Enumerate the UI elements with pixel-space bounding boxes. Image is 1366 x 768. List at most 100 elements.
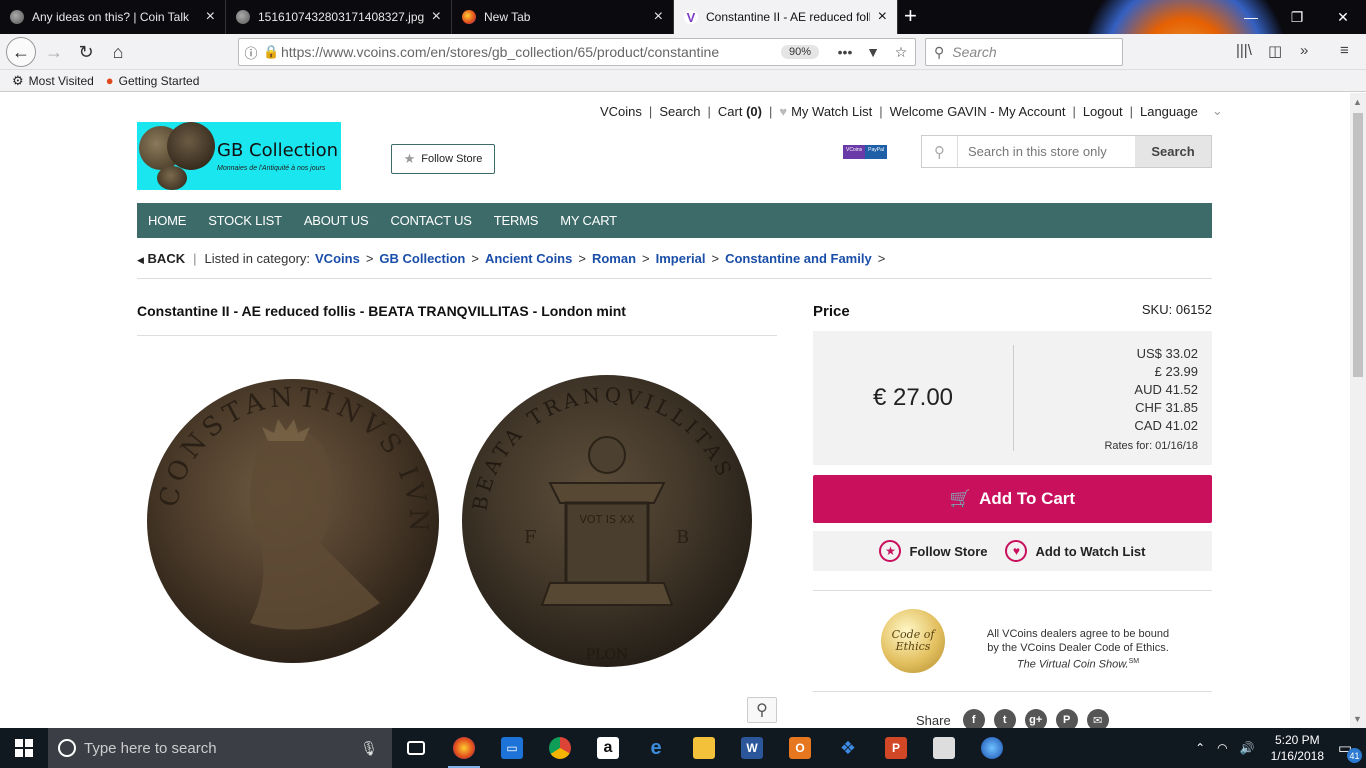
scroll-down-arrow-icon[interactable]: ▼ <box>1353 714 1362 724</box>
edge-taskbar-icon[interactable]: e <box>632 728 680 768</box>
page-scrollbar[interactable]: ▲ ▼ <box>1350 93 1366 728</box>
tab-jpeg-image[interactable]: 1516107432803171408327.jpg (JPEG Image, … <box>226 0 452 34</box>
email-icon[interactable]: ✉ <box>1086 709 1109 728</box>
bookmark-star-icon[interactable]: ☆ <box>887 44 915 61</box>
facebook-icon[interactable]: f <box>962 709 985 728</box>
nav-about-us[interactable]: ABOUT US <box>293 213 380 228</box>
crumb-imperial[interactable]: Imperial <box>656 251 706 266</box>
file-explorer-taskbar-icon[interactable] <box>680 728 728 768</box>
watchlist-link[interactable]: My Watch List <box>791 104 872 119</box>
wifi-icon[interactable]: ◠ <box>1217 741 1227 755</box>
new-tab-button[interactable]: + <box>904 5 917 27</box>
code-of-ethics-seal[interactable]: Code of Ethics <box>881 609 945 673</box>
windows-taskbar: Type here to search 🎙 ▭ a e W O ❖ P ⌃ ◠ … <box>0 728 1366 768</box>
logout-link[interactable]: Logout <box>1083 104 1123 119</box>
price-divider <box>1013 345 1014 451</box>
overflow-chevron-icon[interactable]: » <box>1300 42 1308 59</box>
product-coin-image[interactable]: CONSTANTINVS IVN N C VOT IS XX F B BEATA… <box>140 363 768 683</box>
nav-terms[interactable]: TERMS <box>483 213 550 228</box>
browser-search-field[interactable]: ⚲ Search <box>925 38 1123 66</box>
back-arrow-icon[interactable]: ← <box>6 37 36 67</box>
tab-new-tab[interactable]: New Tab × <box>452 0 674 34</box>
window-close-icon[interactable]: ✕ <box>1320 0 1366 34</box>
site-info-icon[interactable]: ⓘ <box>239 43 263 62</box>
volume-icon[interactable]: 🔊 <box>1240 741 1255 755</box>
close-tab-icon[interactable]: × <box>878 9 887 25</box>
taskbar-search[interactable]: Type here to search 🎙 <box>48 728 392 768</box>
url-bar[interactable]: ⓘ 🔒 https://www.vcoins.com/en/stores/gb_… <box>238 38 916 66</box>
forward-arrow-icon[interactable]: → <box>40 39 68 65</box>
sidebar-icon[interactable]: ◫ <box>1268 42 1282 60</box>
tab-coin-talk[interactable]: Any ideas on this? | Coin Talk × <box>0 0 226 34</box>
task-view-icon[interactable] <box>392 728 440 768</box>
chevron-up-icon[interactable]: ⌃ <box>1195 741 1205 755</box>
nav-stock-list[interactable]: STOCK LIST <box>197 213 293 228</box>
follow-store-action[interactable]: ★ Follow Store <box>879 540 987 562</box>
library-icon[interactable]: |||\ <box>1236 42 1252 59</box>
scroll-up-arrow-icon[interactable]: ▲ <box>1353 97 1362 107</box>
restore-icon[interactable]: ❐ <box>1274 0 1320 34</box>
zoom-indicator[interactable]: 90% <box>780 45 819 59</box>
follow-store-button[interactable]: ★ Follow Store <box>391 144 495 174</box>
caret-left-icon: ◀ <box>137 255 144 265</box>
firefox-taskbar-icon[interactable] <box>440 728 488 768</box>
chrome-taskbar-icon[interactable] <box>536 728 584 768</box>
word-taskbar-icon[interactable]: W <box>728 728 776 768</box>
google-plus-icon[interactable]: g+ <box>1024 709 1047 728</box>
service-mark: SM <box>1128 658 1140 665</box>
system-tray: ⌃ ◠ 🔊 5:20 PM 1/16/2018 ▭ 41 <box>1189 728 1366 768</box>
back-link[interactable]: ◀ BACK <box>137 251 185 266</box>
url-text[interactable]: https://www.vcoins.com/en/stores/gb_coll… <box>281 44 781 60</box>
app-globe-taskbar-icon[interactable] <box>968 728 1016 768</box>
my-account-link[interactable]: Welcome GAVIN - My Account <box>890 104 1066 119</box>
vcoins-link[interactable]: VCoins <box>600 104 642 119</box>
share-bar: Share f t g+ P ✉ <box>916 709 1109 728</box>
powerpoint-taskbar-icon[interactable]: P <box>872 728 920 768</box>
nav-my-cart[interactable]: MY CART <box>549 213 628 228</box>
store-search-button[interactable]: Search <box>1135 136 1211 167</box>
outlook-taskbar-icon[interactable]: O <box>776 728 824 768</box>
crumb-ancient-coins[interactable]: Ancient Coins <box>485 251 572 266</box>
language-selector[interactable]: Language <box>1140 104 1198 119</box>
add-to-cart-button[interactable]: 🛒 Add To Cart <box>813 475 1212 523</box>
tab-vcoins-active[interactable]: V Constantine II - AE reduced follis × <box>674 0 898 34</box>
bookmark-getting-started[interactable]: ● Getting Started <box>106 73 200 88</box>
nav-home[interactable]: HOME <box>137 213 197 228</box>
cart-link[interactable]: Cart (0) <box>718 104 762 119</box>
dropbox-taskbar-icon[interactable]: ❖ <box>824 728 872 768</box>
rate-usd: US$ 33.02 <box>1136 346 1198 361</box>
zoom-magnifier-icon[interactable]: ⚲ <box>747 697 777 723</box>
amazon-taskbar-icon[interactable]: a <box>584 728 632 768</box>
store-search-input[interactable]: Search in this store only <box>958 136 1135 167</box>
cortana-icon <box>58 739 76 757</box>
crumb-gb-collection[interactable]: GB Collection <box>379 251 465 266</box>
crumb-roman[interactable]: Roman <box>592 251 636 266</box>
add-to-watch-list-action[interactable]: ♥ Add to Watch List <box>1005 540 1146 562</box>
taskbar-clock[interactable]: 5:20 PM 1/16/2018 <box>1271 732 1324 764</box>
windows-start-icon[interactable] <box>0 728 48 768</box>
hamburger-menu-icon[interactable]: ≡ <box>1340 42 1349 59</box>
close-tab-icon[interactable]: × <box>432 9 441 25</box>
action-center-icon[interactable]: ▭ 41 <box>1334 737 1362 763</box>
reload-icon[interactable]: ↻ <box>72 39 100 65</box>
clock-time: 5:20 PM <box>1274 733 1320 747</box>
twitter-icon[interactable]: t <box>993 709 1016 728</box>
pocket-icon[interactable]: ▼ <box>859 44 887 60</box>
store-logo[interactable]: GB Collection Monnaies de l'Antiquité à … <box>137 122 341 190</box>
crumb-constantine-family[interactable]: Constantine and Family <box>725 251 872 266</box>
app-window-taskbar-icon[interactable] <box>920 728 968 768</box>
close-tab-icon[interactable]: × <box>206 9 215 25</box>
crumb-vcoins[interactable]: VCoins <box>315 251 360 266</box>
pinterest-icon[interactable]: P <box>1055 709 1078 728</box>
page-actions-icon[interactable]: ••• <box>831 44 859 60</box>
home-icon[interactable]: ⌂ <box>104 39 132 65</box>
chevron-down-icon[interactable]: ⌄ <box>1212 103 1223 119</box>
remote-desktop-taskbar-icon[interactable]: ▭ <box>488 728 536 768</box>
bookmark-most-visited[interactable]: ⚙ Most Visited <box>12 73 94 89</box>
minimize-icon[interactable]: — <box>1228 0 1274 34</box>
nav-contact-us[interactable]: CONTACT US <box>379 213 482 228</box>
close-tab-icon[interactable]: × <box>654 9 663 25</box>
search-link[interactable]: Search <box>659 104 700 119</box>
microphone-icon[interactable]: 🎙 <box>360 740 378 757</box>
scrollbar-thumb[interactable] <box>1353 113 1363 377</box>
